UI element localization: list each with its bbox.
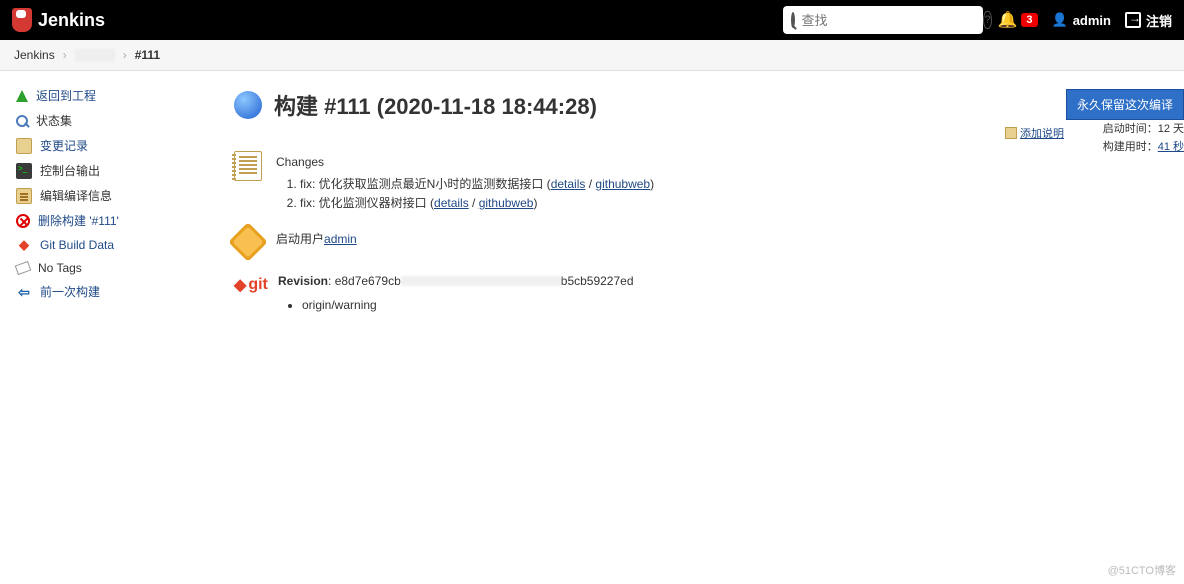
logout-link[interactable]: 注销 bbox=[1125, 11, 1172, 30]
notifications[interactable]: 🔔 3 bbox=[997, 10, 1037, 30]
githubweb-link[interactable]: githubweb bbox=[479, 196, 534, 210]
help-icon[interactable]: ? bbox=[983, 11, 991, 29]
build-status-icon bbox=[234, 91, 262, 119]
logout-text: 注销 bbox=[1146, 11, 1172, 30]
search-icon bbox=[791, 12, 795, 28]
started-user-link[interactable]: admin bbox=[324, 232, 357, 246]
sidebar-item-back[interactable]: 返回到工程 bbox=[4, 83, 206, 108]
githubweb-link[interactable]: githubweb bbox=[595, 177, 650, 191]
add-description-link[interactable]: 添加说明 bbox=[1005, 125, 1064, 141]
sidebar-item-edit[interactable]: 编辑编译信息 bbox=[4, 183, 206, 208]
breadcrumb-root[interactable]: Jenkins bbox=[14, 48, 55, 62]
top-header: Jenkins ? 🔔 3 👤 admin 注销 bbox=[0, 0, 1184, 40]
user-link[interactable]: 👤 admin bbox=[1052, 12, 1111, 28]
logout-icon bbox=[1125, 12, 1141, 28]
change-item: fix: 优化监测仪器树接口 (details / githubweb) bbox=[300, 194, 654, 213]
console-icon bbox=[16, 163, 32, 179]
breadcrumb-project[interactable] bbox=[75, 49, 115, 61]
user-diamond-icon bbox=[228, 222, 268, 262]
keep-build-button[interactable]: 永久保留这次编译 bbox=[1066, 89, 1184, 120]
git-section: git Revision: e8d7e679cbb5cb59227ed orig… bbox=[234, 270, 1160, 315]
arrow-left-icon: ⇦ bbox=[16, 284, 32, 300]
breadcrumb: Jenkins › › #111 bbox=[0, 40, 1184, 71]
watermark: @51CTO博客 bbox=[1108, 562, 1176, 578]
edit-icon bbox=[16, 188, 32, 204]
notif-badge: 3 bbox=[1021, 13, 1037, 27]
sidebar-item-console[interactable]: 控制台输出 bbox=[4, 158, 206, 183]
revision-redacted bbox=[401, 276, 561, 286]
brand-text: Jenkins bbox=[38, 10, 105, 31]
tag-icon bbox=[15, 261, 32, 275]
changes-icon bbox=[16, 138, 32, 154]
search-input[interactable] bbox=[801, 13, 977, 28]
sidebar: 返回到工程 状态集 变更记录 控制台输出 编辑编译信息 删除构建 '#111' … bbox=[0, 71, 210, 347]
page-title: 构建 #111 (2020-11-18 18:44:28) bbox=[274, 89, 597, 121]
breadcrumb-current: #111 bbox=[135, 48, 160, 62]
chevron-right-icon: › bbox=[123, 48, 127, 62]
git-branch: origin/warning bbox=[302, 296, 634, 315]
user-name: admin bbox=[1073, 13, 1111, 28]
changes-section: Changes fix: 优化获取监测点最近N小时的监测数据接口 (detail… bbox=[234, 151, 1160, 214]
sidebar-item-changes[interactable]: 变更记录 bbox=[4, 133, 206, 158]
details-link[interactable]: details bbox=[434, 196, 469, 210]
bell-icon: 🔔 bbox=[997, 10, 1017, 30]
arrow-up-icon bbox=[16, 90, 28, 102]
main-content: 构建 #111 (2020-11-18 18:44:28) 永久保留这次编译 添… bbox=[210, 71, 1184, 347]
brand[interactable]: Jenkins bbox=[12, 8, 105, 32]
change-item: fix: 优化获取监测点最近N小时的监测数据接口 (details / gith… bbox=[300, 175, 654, 194]
duration-link[interactable]: 41 秒 bbox=[1158, 141, 1184, 153]
git-logo-icon: git bbox=[234, 270, 264, 300]
jenkins-logo-icon bbox=[12, 8, 32, 32]
note-icon bbox=[1005, 127, 1017, 139]
sidebar-item-git[interactable]: ◆Git Build Data bbox=[4, 233, 206, 257]
add-description-text: 添加说明 bbox=[1020, 125, 1064, 141]
git-icon: ◆ bbox=[16, 237, 32, 253]
sidebar-item-status[interactable]: 状态集 bbox=[4, 108, 206, 133]
search-box[interactable]: ? bbox=[783, 6, 983, 34]
person-icon: 👤 bbox=[1052, 12, 1068, 28]
changes-heading: Changes bbox=[276, 153, 654, 172]
sidebar-item-prev[interactable]: ⇦前一次构建 bbox=[4, 279, 206, 304]
chevron-right-icon: › bbox=[63, 48, 67, 62]
details-link[interactable]: details bbox=[551, 177, 586, 191]
sidebar-item-delete[interactable]: 删除构建 '#111' bbox=[4, 208, 206, 233]
notes-icon bbox=[234, 151, 262, 181]
build-meta: 启动时间：12 天 构建用时：41 秒 bbox=[1103, 121, 1184, 156]
revision-hash: e8d7e679cb bbox=[335, 274, 401, 288]
sidebar-item-tags[interactable]: No Tags bbox=[4, 257, 206, 279]
delete-icon bbox=[16, 214, 30, 228]
status-icon bbox=[16, 115, 28, 127]
started-by-section: 启动用户admin bbox=[234, 228, 1160, 256]
